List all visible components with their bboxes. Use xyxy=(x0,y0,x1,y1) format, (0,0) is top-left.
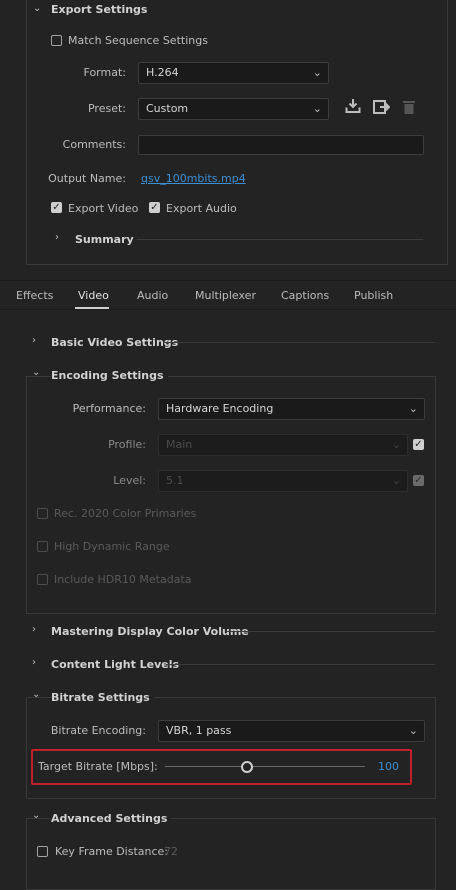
save-preset-icon[interactable] xyxy=(373,99,391,119)
performance-select[interactable]: Hardware Encoding ⌄ xyxy=(158,398,425,420)
chevron-right-icon[interactable]: › xyxy=(32,657,36,668)
panel-divider xyxy=(0,280,456,281)
bitrate-encoding-label: Bitrate Encoding: xyxy=(50,724,146,737)
chevron-down-icon[interactable]: ⌄ xyxy=(32,689,40,700)
format-value: H.264 xyxy=(146,66,179,79)
mastering-display-title[interactable]: Mastering Display Color Volume xyxy=(51,625,249,638)
hdr10-checkbox[interactable] xyxy=(37,574,48,585)
comments-label: Comments: xyxy=(62,138,126,151)
chevron-down-icon: ⌄ xyxy=(408,402,418,415)
divider xyxy=(225,631,435,632)
tab-effects[interactable]: Effects xyxy=(16,289,53,302)
advanced-settings-title[interactable]: Advanced Settings xyxy=(51,812,172,825)
export-audio-checkbox[interactable]: ✓ xyxy=(149,202,160,213)
rec2020-label: Rec. 2020 Color Primaries xyxy=(54,507,197,520)
performance-label: Performance: xyxy=(72,402,146,415)
level-select[interactable]: 5.1 ⌄ xyxy=(158,470,408,492)
chevron-down-icon[interactable]: ⌄ xyxy=(32,367,40,378)
profile-label: Profile: xyxy=(108,438,146,451)
tab-multiplexer[interactable]: Multiplexer xyxy=(195,289,256,302)
hdr-checkbox[interactable] xyxy=(37,541,48,552)
format-select[interactable]: H.264 ⌄ xyxy=(138,62,329,84)
target-bitrate-slider[interactable] xyxy=(165,761,365,773)
import-preset-icon[interactable] xyxy=(345,98,361,118)
hdr-label: High Dynamic Range xyxy=(54,540,170,553)
preset-value: Custom xyxy=(146,102,189,115)
tab-captions[interactable]: Captions xyxy=(281,289,329,302)
preset-select[interactable]: Custom ⌄ xyxy=(138,98,329,120)
encoding-settings-title[interactable]: Encoding Settings xyxy=(51,369,168,382)
chevron-down-icon[interactable]: ⌄ xyxy=(33,3,41,14)
export-video-checkbox[interactable]: ✓ xyxy=(51,202,62,213)
chevron-down-icon: ⌄ xyxy=(391,474,401,487)
keyframe-distance-label: Key Frame Distance: xyxy=(55,845,169,858)
hdr10-label: Include HDR10 Metadata xyxy=(54,573,192,586)
delete-preset-icon[interactable] xyxy=(402,99,416,119)
chevron-down-icon: ⌄ xyxy=(408,724,418,737)
divider xyxy=(166,664,435,665)
preset-label: Preset: xyxy=(87,102,126,115)
tab-publish[interactable]: Publish xyxy=(354,289,393,302)
performance-value: Hardware Encoding xyxy=(166,402,274,415)
tab-video[interactable]: Video xyxy=(78,289,109,302)
match-sequence-label: Match Sequence Settings xyxy=(68,34,208,47)
chevron-right-icon[interactable]: › xyxy=(32,624,36,635)
keyframe-distance-value[interactable]: 72 xyxy=(164,845,178,858)
bitrate-encoding-value: VBR, 1 pass xyxy=(166,724,232,737)
profile-value: Main xyxy=(166,438,193,451)
chevron-down-icon: ⌄ xyxy=(391,438,401,451)
tabs-divider xyxy=(0,309,456,310)
export-settings-title: Export Settings xyxy=(51,3,148,16)
divider xyxy=(163,342,435,343)
output-name-label: Output Name: xyxy=(48,172,126,185)
divider xyxy=(137,239,423,240)
chevron-right-icon[interactable]: › xyxy=(32,335,36,346)
target-bitrate-value[interactable]: 100 xyxy=(378,760,399,773)
target-bitrate-label: Target Bitrate [Mbps]: xyxy=(38,760,158,773)
format-label: Format: xyxy=(83,66,126,79)
chevron-down-icon[interactable]: ⌄ xyxy=(32,810,40,821)
export-video-label: Export Video xyxy=(68,202,139,215)
level-checkbox[interactable]: ✓ xyxy=(413,475,424,486)
rec2020-checkbox[interactable] xyxy=(37,508,48,519)
bitrate-settings-title[interactable]: Bitrate Settings xyxy=(51,691,154,704)
chevron-right-icon[interactable]: › xyxy=(55,232,59,243)
keyframe-distance-checkbox[interactable] xyxy=(37,846,48,857)
basic-video-settings-title[interactable]: Basic Video Settings xyxy=(51,336,178,349)
tab-audio[interactable]: Audio xyxy=(137,289,168,302)
profile-checkbox[interactable]: ✓ xyxy=(413,439,424,450)
chevron-down-icon: ⌄ xyxy=(312,66,322,79)
comments-field[interactable] xyxy=(138,135,424,155)
summary-title[interactable]: Summary xyxy=(75,233,134,246)
level-label: Level: xyxy=(113,474,146,487)
chevron-down-icon: ⌄ xyxy=(312,102,322,115)
output-name-link[interactable]: qsv_100mbits.mp4 xyxy=(141,172,246,185)
level-value: 5.1 xyxy=(166,474,184,487)
export-audio-label: Export Audio xyxy=(166,202,237,215)
profile-select[interactable]: Main ⌄ xyxy=(158,434,408,456)
bitrate-encoding-select[interactable]: VBR, 1 pass ⌄ xyxy=(158,720,425,742)
slider-thumb[interactable] xyxy=(241,761,253,773)
match-sequence-checkbox[interactable] xyxy=(51,35,62,46)
content-light-levels-title[interactable]: Content Light Levels xyxy=(51,658,179,671)
